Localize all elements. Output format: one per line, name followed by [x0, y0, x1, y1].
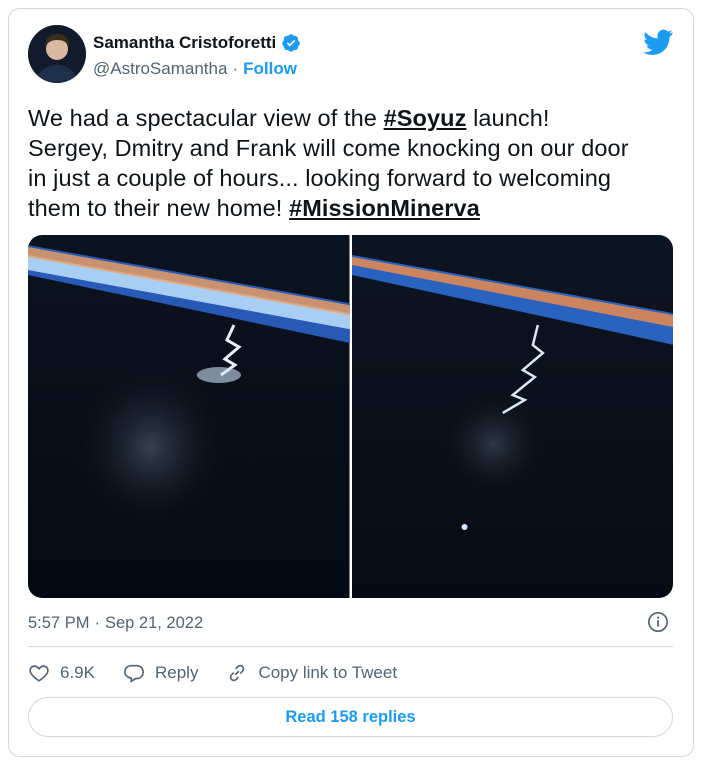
info-icon[interactable]: [647, 611, 669, 633]
hashtag-missionminerva[interactable]: #MissionMinerva: [289, 195, 480, 221]
like-button[interactable]: 6.9K: [28, 662, 95, 684]
tweet-date: Sep 21, 2022: [104, 613, 204, 632]
avatar[interactable]: [28, 25, 86, 83]
author-handle[interactable]: @AstroSamantha: [93, 59, 227, 79]
tweet-line: in just a couple of hours... looking for…: [28, 165, 612, 191]
heart-icon: [29, 665, 49, 682]
copy-link-label: Copy link to Tweet: [258, 663, 398, 682]
follow-button[interactable]: Follow: [243, 59, 297, 79]
read-replies-button[interactable]: Read 158 replies: [28, 697, 673, 737]
tweet-text: We had a spectacular view of the #Soyuz …: [28, 103, 678, 223]
link-icon: [230, 664, 245, 682]
twitter-bird-icon[interactable]: [643, 29, 673, 55]
timestamp[interactable]: 5:57 PM · Sep 21, 2022: [28, 612, 203, 634]
reply-bubble-icon: [123, 664, 144, 683]
verified-badge-icon: [282, 34, 300, 52]
photo-left[interactable]: [28, 235, 350, 598]
reply-label: Reply: [154, 663, 199, 682]
tweet-line: them to their new home! #MissionMinerva: [28, 195, 480, 221]
author-handle-row: @AstroSamantha · Follow: [93, 58, 297, 80]
divider: [28, 646, 673, 647]
read-replies-label: Read 158 replies: [285, 707, 416, 726]
like-count: 6.9K: [60, 663, 95, 682]
hashtag-soyuz[interactable]: #Soyuz: [384, 105, 467, 131]
tweet-line: We had a spectacular view of the #Soyuz …: [28, 105, 550, 131]
author-name-row: Samantha Cristoforetti: [93, 31, 301, 55]
author-name[interactable]: Samantha Cristoforetti: [93, 33, 276, 53]
handle-separator: ·: [232, 59, 239, 78]
tweet-card: Samantha Cristoforetti @AstroSamantha · …: [8, 8, 694, 757]
action-bar: 6.9K Reply Copy link to Tweet: [28, 659, 425, 687]
tweet-line: Sergey, Dmitry and Frank will come knock…: [28, 135, 629, 161]
media-grid: [28, 235, 673, 598]
timestamp-separator: ·: [94, 613, 100, 632]
photo-right[interactable]: [351, 235, 673, 598]
tweet-time: 5:57 PM: [28, 613, 90, 632]
copy-link-button[interactable]: Copy link to Tweet: [226, 662, 397, 684]
reply-button[interactable]: Reply: [123, 662, 198, 684]
